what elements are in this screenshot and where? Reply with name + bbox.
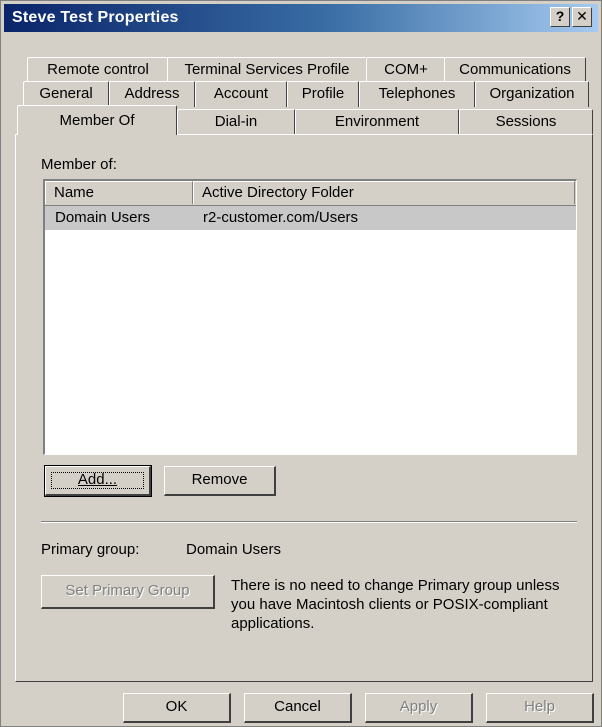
help-icon[interactable]: ? <box>550 7 570 27</box>
tab-general[interactable]: General <box>23 81 109 107</box>
separator <box>41 521 577 523</box>
add-button[interactable]: Add... <box>44 465 152 497</box>
tab-profile[interactable]: Profile <box>287 81 359 107</box>
list-item[interactable]: Domain Users r2-customer.com/Users <box>45 206 576 230</box>
tab-environment[interactable]: Environment <box>295 109 459 135</box>
tab-com-plus[interactable]: COM+ <box>366 57 446 83</box>
tab-member-of[interactable]: Member Of <box>17 105 177 135</box>
help-button[interactable]: Help <box>486 693 594 723</box>
tab-sessions[interactable]: Sessions <box>459 109 593 135</box>
tab-telephones[interactable]: Telephones <box>359 81 475 107</box>
remove-button-label: Remove <box>191 471 248 488</box>
apply-button[interactable]: Apply <box>365 693 473 723</box>
member-of-label: Member of: <box>41 156 117 173</box>
column-header-name[interactable]: Name <box>45 181 193 204</box>
apply-button-label: Apply <box>399 698 438 715</box>
set-primary-group-button[interactable]: Set Primary Group <box>41 575 215 609</box>
tab-terminal-services-profile[interactable]: Terminal Services Profile <box>167 57 367 83</box>
list-header: Name Active Directory Folder <box>45 181 576 206</box>
group-folder: r2-customer.com/Users <box>203 209 359 226</box>
primary-group-note-line-3: applications. <box>231 615 315 632</box>
column-header-folder[interactable]: Active Directory Folder <box>193 181 575 204</box>
tab-communications[interactable]: Communications <box>444 57 586 83</box>
primary-group-note-line-2: you have Macintosh clients or POSIX-comp… <box>231 596 548 613</box>
primary-group-value: Domain Users <box>186 541 282 558</box>
tab-dial-in[interactable]: Dial-in <box>177 109 295 135</box>
focus-rectangle <box>51 472 144 489</box>
group-name: Domain Users <box>55 209 151 226</box>
ok-button[interactable]: OK <box>123 693 231 723</box>
title-bar[interactable]: Steve Test Properties ? ✕ <box>4 4 598 32</box>
tab-organization[interactable]: Organization <box>475 81 589 107</box>
tab-account[interactable]: Account <box>195 81 287 107</box>
cancel-button-label: Cancel <box>274 698 321 715</box>
cancel-button[interactable]: Cancel <box>244 693 352 723</box>
ok-button-label: OK <box>165 698 188 715</box>
window-title: Steve Test Properties <box>12 9 179 26</box>
primary-group-note-line-1: There is no need to change Primary group… <box>231 577 560 594</box>
properties-dialog: Steve Test Properties ? ✕ Remote control… <box>0 0 602 727</box>
remove-button[interactable]: Remove <box>164 466 276 496</box>
tab-remote-control[interactable]: Remote control <box>27 57 169 83</box>
primary-group-label: Primary group: <box>41 541 140 558</box>
help-button-label: Help <box>524 698 555 715</box>
tab-address[interactable]: Address <box>109 81 195 107</box>
close-icon[interactable]: ✕ <box>572 7 592 27</box>
set-primary-group-label: Set Primary Group <box>65 582 190 599</box>
member-of-list[interactable]: Name Active Directory Folder Domain User… <box>43 179 577 455</box>
